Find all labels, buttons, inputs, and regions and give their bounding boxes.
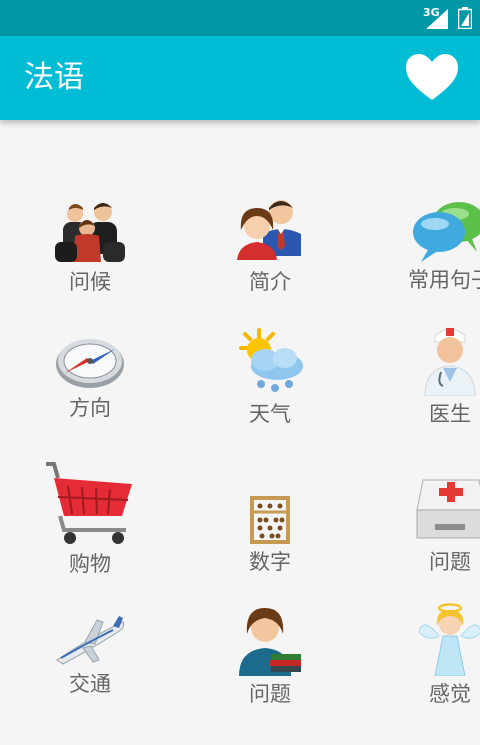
first-aid-kit-icon — [416, 479, 480, 539]
status-bar: 3G — [0, 0, 480, 36]
category-label: 问题 — [429, 550, 471, 574]
category-label: 问题 — [249, 682, 291, 706]
category-label: 方向 — [69, 396, 111, 420]
app-bar: 法语 — [0, 36, 480, 120]
category-numbers[interactable]: 数字 — [195, 496, 345, 576]
category-weather[interactable]: 天气 — [195, 326, 345, 428]
category-label: 数字 — [249, 550, 291, 574]
abacus-icon — [250, 496, 290, 544]
category-label: 医生 — [429, 402, 471, 426]
category-introduction[interactable]: 简介 — [195, 194, 345, 296]
partial-next-row-icon — [246, 736, 286, 745]
favorites-button[interactable] — [406, 54, 458, 102]
category-common-phrases[interactable]: 常用句子 — [375, 200, 480, 294]
shopping-cart-icon — [46, 462, 132, 544]
category-label: 简介 — [249, 270, 291, 294]
app-title: 法语 — [24, 60, 84, 95]
category-label: 感觉 — [429, 682, 471, 706]
category-doctor[interactable]: 医生 — [375, 322, 480, 428]
signal-icon — [426, 9, 448, 29]
category-greetings[interactable]: 问候 — [15, 198, 165, 296]
category-label: 购物 — [69, 552, 111, 576]
weather-icon — [239, 328, 303, 392]
compass-icon — [56, 339, 124, 388]
people-greeting-icon — [55, 203, 125, 262]
airplane-icon — [56, 616, 125, 665]
category-feelings[interactable]: 感觉 — [375, 602, 480, 708]
doctor-icon — [424, 328, 476, 396]
heart-icon — [406, 54, 458, 100]
battery-icon — [458, 7, 472, 29]
category-label: 常用句子 — [408, 268, 480, 292]
chat-bubbles-icon — [413, 202, 480, 262]
couple-profile-icon — [237, 200, 301, 260]
category-transportation[interactable]: 交通 — [15, 614, 165, 698]
category-directions[interactable]: 方向 — [15, 334, 165, 422]
category-label: 问候 — [69, 270, 111, 294]
student-books-icon — [239, 608, 301, 676]
category-questions[interactable]: 问题 — [375, 470, 480, 576]
angel-icon — [418, 603, 480, 676]
category-shopping[interactable]: 购物 — [15, 460, 165, 578]
category-label: 交通 — [69, 672, 111, 696]
category-questions-2[interactable]: 问题 — [195, 604, 345, 708]
category-label: 天气 — [249, 402, 291, 426]
